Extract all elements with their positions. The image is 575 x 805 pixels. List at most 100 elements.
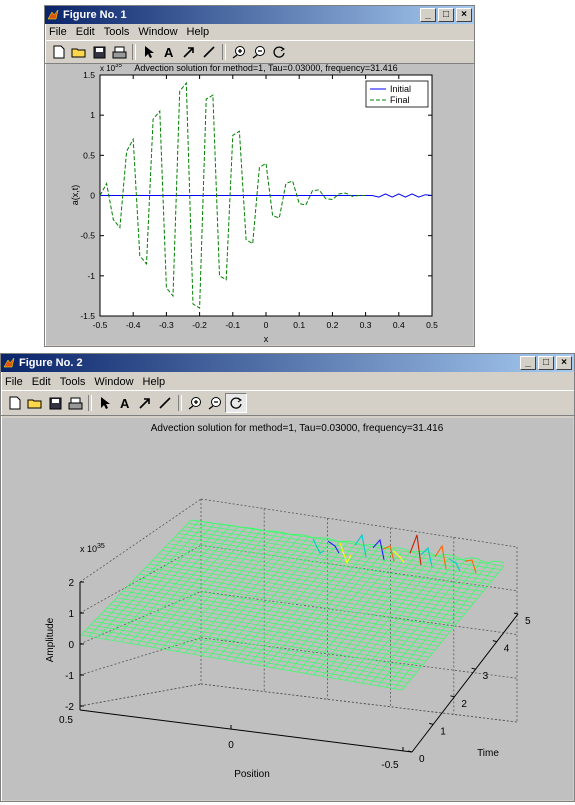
mesh-line [97, 617, 418, 673]
print-button[interactable] [109, 43, 129, 61]
menu-edit[interactable]: Edit [32, 376, 51, 388]
rotate-button[interactable] [225, 393, 247, 413]
plot-title: Advection solution for method=1, Tau=0.0… [134, 64, 397, 73]
x-tick-label: -0.2 [192, 320, 207, 330]
close-button[interactable]: × [556, 356, 572, 370]
line-button[interactable] [199, 43, 219, 61]
figure-window-1[interactable]: Figure No. 1 _ □ × File Edit Tools Windo… [44, 5, 475, 347]
zoom-in-icon [188, 397, 201, 410]
print-button[interactable] [65, 394, 85, 412]
mesh-line [148, 563, 466, 614]
z-exponent: x 1035 [80, 543, 105, 554]
arrow-button[interactable] [179, 43, 199, 61]
menu-edit[interactable]: Edit [76, 26, 95, 38]
spike-line [392, 550, 405, 564]
x-tick-label: -0.5 [93, 320, 108, 330]
menu-help[interactable]: Help [187, 26, 210, 38]
maximize-button[interactable]: □ [538, 356, 554, 370]
x-tick-label: 0 [228, 740, 234, 751]
grid-line [200, 683, 518, 723]
new-icon [53, 45, 65, 59]
toolbar-separator [88, 395, 92, 411]
mesh-line [139, 573, 457, 625]
pointer-icon [101, 397, 110, 409]
x-axis-line [79, 709, 413, 753]
pointer-button[interactable] [139, 43, 159, 61]
open-button[interactable] [25, 394, 45, 412]
menu-bar: File Edit Tools Window Help [1, 374, 574, 390]
x-tick-label: -0.1 [225, 320, 240, 330]
menu-window[interactable]: Window [138, 26, 177, 38]
menu-file[interactable]: File [49, 26, 67, 38]
y-tick-label: -1.5 [80, 311, 95, 321]
menu-bar: File Edit Tools Window Help [45, 24, 474, 40]
spike-line [448, 558, 461, 572]
new-button[interactable] [5, 394, 25, 412]
menu-tools[interactable]: Tools [104, 26, 130, 38]
zoom-out-icon [252, 46, 265, 59]
line-button[interactable] [155, 394, 175, 412]
maximize-button[interactable]: □ [438, 8, 454, 22]
zoom-out-button[interactable] [205, 394, 225, 412]
menu-tools[interactable]: Tools [60, 376, 86, 388]
legend[interactable]: Initial Final [365, 80, 429, 108]
mesh-line [168, 543, 484, 592]
y-tick-label: 1 [90, 110, 95, 120]
y-tick-label: 0.5 [83, 150, 95, 160]
surface-plot[interactable]: -2 -1 0 1 2 0.5 0 -0.5 0 1 2 3 4 5 Advection solution… [2, 418, 573, 800]
x-tick-label: 0.1 [293, 320, 305, 330]
open-button[interactable] [69, 43, 89, 61]
x-tick-label: 0 [264, 320, 269, 330]
x-axis-label: Position [234, 769, 270, 780]
menu-file[interactable]: File [5, 376, 23, 388]
close-button[interactable]: × [456, 8, 472, 22]
spike-line [372, 538, 385, 560]
menu-help[interactable]: Help [143, 376, 166, 388]
save-icon [93, 46, 105, 58]
mesh-line [100, 614, 421, 669]
y-tick-label: 3 [483, 671, 489, 682]
print-icon [68, 397, 82, 409]
zoom-out-button[interactable] [249, 43, 269, 61]
title-bar[interactable]: Figure No. 2 _ □ × [1, 354, 574, 372]
rotate-icon [230, 397, 242, 409]
line-plot[interactable]: -0.5 -0.4 -0.3 -0.2 -0.1 0 0.1 0.2 0.3 0.4 0.5 -1.5… [46, 63, 473, 345]
arrow-button[interactable] [135, 394, 155, 412]
figure-window-2[interactable]: Figure No. 2 _ □ × File Edit Tools Windo… [0, 353, 575, 802]
close-icon: × [561, 357, 567, 368]
y-tick-label: -0.5 [80, 231, 95, 241]
toolbar: A [45, 40, 474, 64]
text-button[interactable]: A [159, 43, 179, 61]
zoom-in-button[interactable] [229, 43, 249, 61]
rotate-button[interactable] [269, 43, 289, 61]
y-tick [492, 640, 497, 643]
title-bar[interactable]: Figure No. 1 _ □ × [45, 6, 474, 24]
mesh-line [152, 560, 469, 611]
mesh-ripple [190, 519, 505, 564]
new-button[interactable] [49, 43, 69, 61]
text-icon: A [164, 45, 174, 59]
minimize-button[interactable]: _ [420, 8, 436, 22]
x-tick-label: -0.3 [159, 320, 174, 330]
minimize-button[interactable]: _ [520, 356, 536, 370]
save-button[interactable] [45, 394, 65, 412]
y-tick-label: 4 [504, 644, 510, 655]
mesh-line [93, 621, 415, 676]
window-title: Figure No. 2 [19, 357, 83, 369]
pointer-button[interactable] [95, 394, 115, 412]
surface-mesh [80, 519, 505, 691]
zoom-in-icon [232, 46, 245, 59]
spike-line [327, 540, 340, 554]
text-button[interactable]: A [115, 394, 135, 412]
zoom-in-button[interactable] [185, 394, 205, 412]
menu-window[interactable]: Window [94, 376, 133, 388]
y-tick [513, 612, 519, 615]
legend-initial-label: Initial [390, 84, 411, 94]
z-tick-label: -1 [65, 671, 74, 682]
save-button[interactable] [89, 43, 109, 61]
y-tick-label: 1 [440, 726, 446, 737]
rotate-icon [273, 46, 285, 58]
svg-text:A: A [164, 45, 174, 59]
arrow-icon [139, 398, 150, 409]
mesh-line [155, 556, 472, 607]
